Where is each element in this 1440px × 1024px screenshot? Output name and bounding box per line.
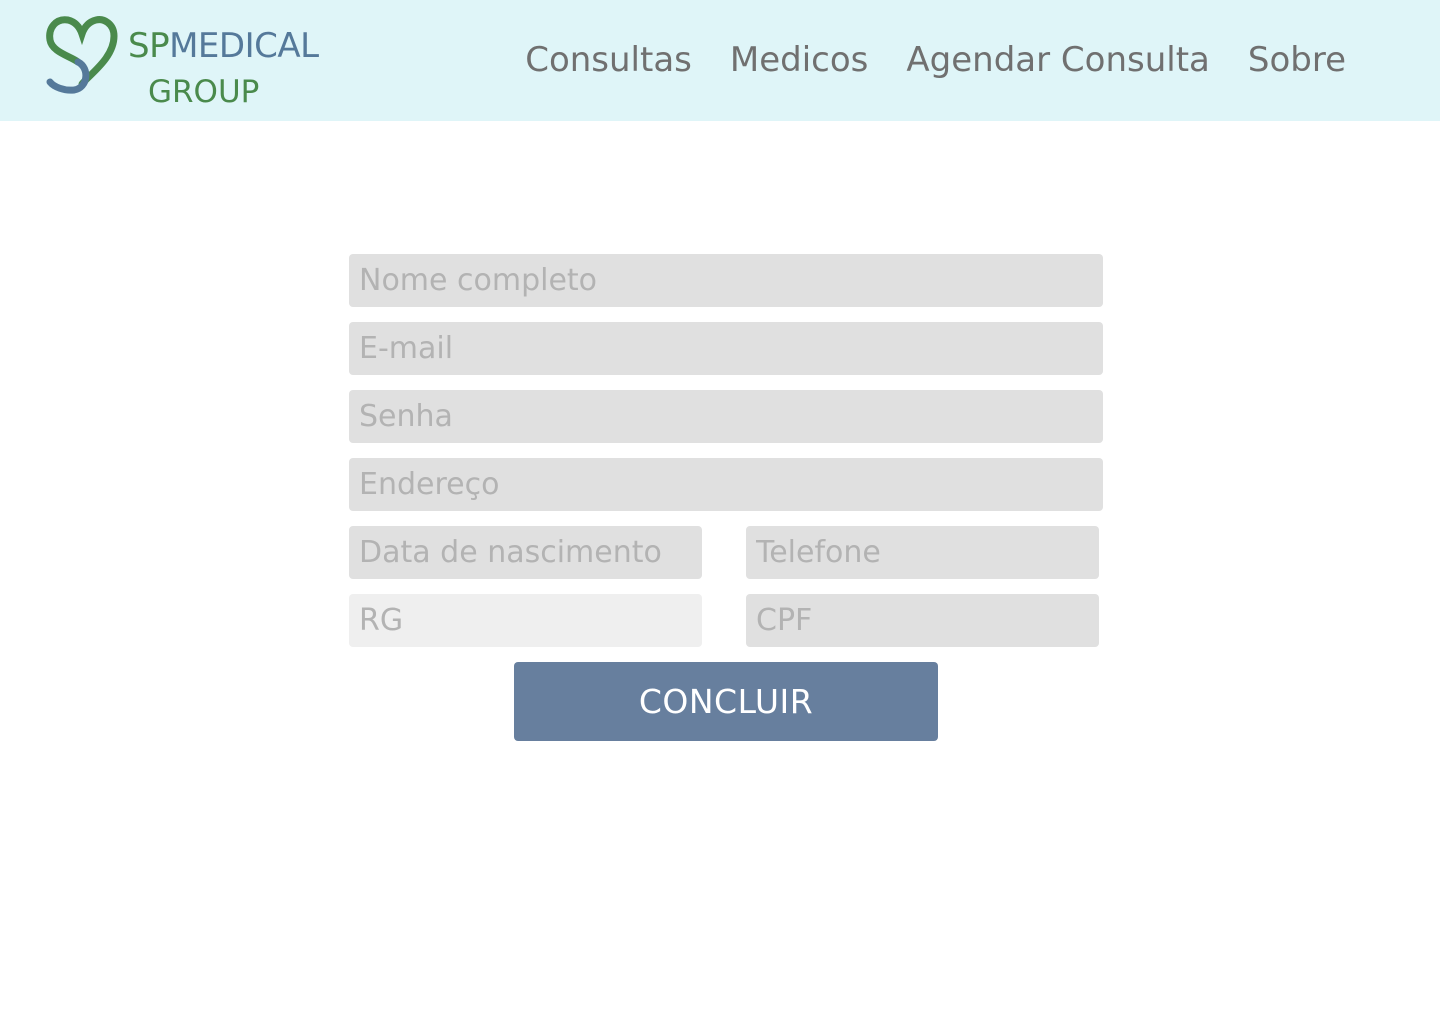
cpf-input[interactable] xyxy=(746,594,1099,647)
birthdate-input[interactable] xyxy=(349,526,702,579)
nav-consultas[interactable]: Consultas xyxy=(525,38,692,82)
heart-s-logo-icon xyxy=(46,16,118,94)
rg-input[interactable] xyxy=(349,594,702,647)
brand-logo[interactable]: SPMEDICAL GROUP xyxy=(44,14,334,114)
phone-input[interactable] xyxy=(746,526,1099,579)
brand-group: GROUP xyxy=(148,74,260,110)
top-header: SPMEDICAL GROUP Consultas Medicos Agenda… xyxy=(0,0,1440,121)
password-input[interactable] xyxy=(349,390,1103,443)
rg-cpf-row xyxy=(349,594,1099,662)
brand-sp: SP xyxy=(128,26,170,66)
conclude-button[interactable]: CONCLUIR xyxy=(514,662,938,741)
nav-sobre[interactable]: Sobre xyxy=(1248,38,1346,82)
nav-agendar-consulta[interactable]: Agendar Consulta xyxy=(906,38,1209,82)
birthdate-phone-row xyxy=(349,526,1099,594)
address-input[interactable] xyxy=(349,458,1103,511)
full-name-input[interactable] xyxy=(349,254,1103,307)
main-nav: Consultas Medicos Agendar Consulta Sobre xyxy=(525,38,1346,82)
brand-medical: MEDICAL xyxy=(169,26,319,66)
email-input[interactable] xyxy=(349,322,1103,375)
nav-medicos[interactable]: Medicos xyxy=(730,38,869,82)
brand-name: SPMEDICAL xyxy=(128,26,319,66)
registration-form xyxy=(349,254,1103,662)
